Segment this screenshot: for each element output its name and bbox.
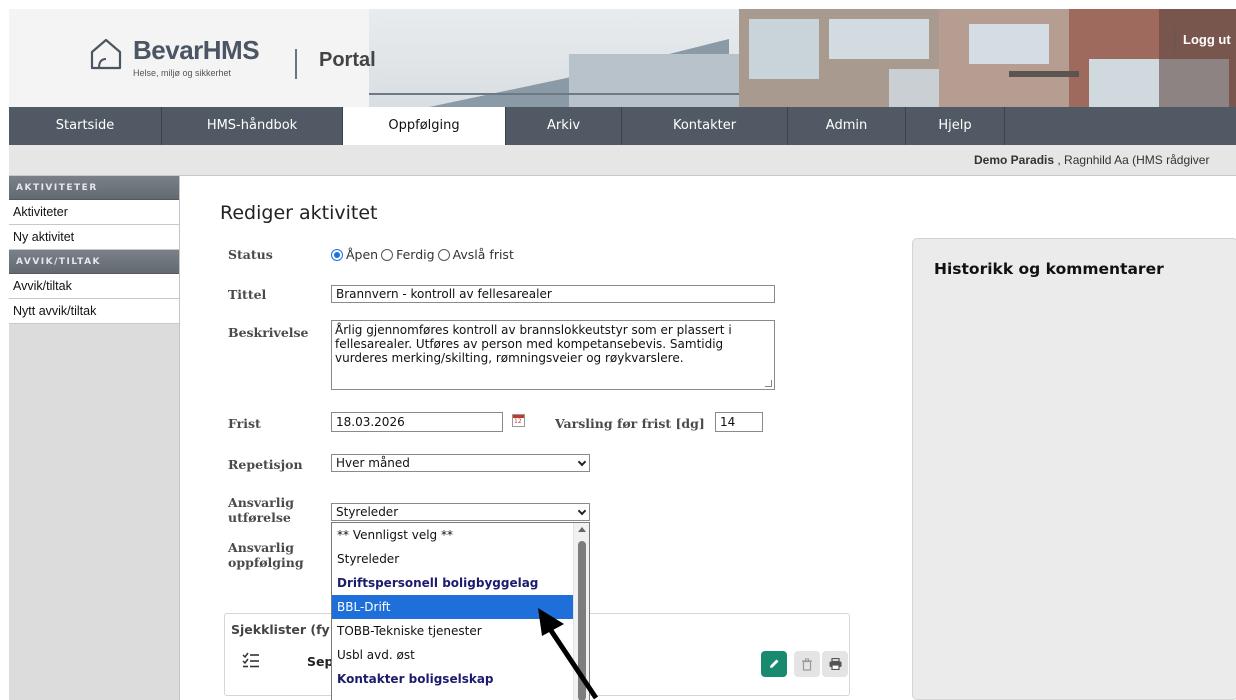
tab-startside[interactable]: Startside (9, 107, 162, 145)
status-radio-group: Åpen Ferdig Avslå frist (331, 247, 517, 262)
sidebar-item-ny-aktivitet[interactable]: Ny aktivitet (9, 225, 179, 250)
user-bar: Demo Paradis , Ragnhild Aa (HMS rådgiver (9, 145, 1236, 176)
header-building-photo (369, 9, 1236, 107)
header-banner: BevarHMS Helse, miljø og sikkerhet Porta… (9, 9, 1236, 107)
beskrivelse-text: Årlig gjennomføres kontroll av brannslok… (335, 323, 732, 365)
print-button[interactable] (822, 651, 848, 677)
tab-arkiv[interactable]: Arkiv (506, 107, 622, 145)
beskrivelse-textarea[interactable]: Årlig gjennomføres kontroll av brannslok… (331, 320, 775, 390)
sidebar-heading-avvik-tiltak: AVVIK/TILTAK (9, 250, 179, 274)
printer-icon (829, 658, 841, 670)
main-nav: Startside HMS-håndbok Oppfølging Arkiv K… (9, 107, 1236, 145)
status-option-ferdig[interactable]: Ferdig (381, 247, 435, 262)
beskrivelse-label: Beskrivelse (228, 325, 309, 340)
varsling-label: Varsling før frist [dg] (555, 416, 705, 431)
radio-selected-icon[interactable] (331, 248, 343, 261)
ansvarlig-utforelse-select[interactable]: Styreleder (331, 503, 590, 521)
pencil-icon (770, 659, 779, 668)
history-title: Historikk og kommentarer (934, 260, 1164, 278)
sidebar: AKTIVITETER Aktiviteter Ny aktivitet AVV… (9, 176, 180, 700)
tab-hms-handbok[interactable]: HMS-håndbok (162, 107, 343, 145)
edit-button[interactable] (761, 651, 787, 677)
portal-label: Portal (319, 49, 376, 71)
ansvarlig-utforelse-label: Ansvarlig utførelse (228, 495, 295, 525)
chevron-down-icon (577, 457, 587, 467)
calendar-icon[interactable]: 12 (512, 414, 525, 427)
house-logo-icon (90, 38, 122, 70)
repetisjon-value: Hver måned (336, 456, 410, 470)
varsling-input[interactable]: 14 (715, 412, 763, 432)
radio-icon[interactable] (437, 248, 450, 261)
frist-label: Frist (228, 416, 261, 431)
delete-button[interactable] (794, 651, 820, 677)
tittel-input[interactable]: Brannvern - kontroll av fellesarealer (331, 285, 775, 303)
checklist-item-name[interactable]: Sep (307, 654, 333, 669)
history-panel: Historikk og kommentarer (912, 238, 1236, 700)
brand-tagline: Helse, miljø og sikkerhet (133, 68, 232, 78)
repetisjon-label: Repetisjon (228, 457, 303, 472)
page-title: Rediger aktivitet (220, 202, 378, 224)
frist-date-input[interactable]: 18.03.2026 (331, 412, 503, 432)
sidebar-item-aktiviteter[interactable]: Aktiviteter (9, 200, 179, 225)
company-name: Demo Paradis (974, 153, 1055, 167)
checklist-icon (242, 652, 259, 668)
user-info: Demo Paradis , Ragnhild Aa (HMS rådgiver (974, 145, 1210, 175)
ansvarlig-utforelse-value: Styreleder (336, 505, 399, 519)
status-label: Status (228, 247, 273, 262)
tab-admin[interactable]: Admin (788, 107, 906, 145)
status-option-apen[interactable]: Åpen (331, 247, 378, 262)
status-option-avsla-frist[interactable]: Avslå frist (437, 247, 514, 262)
sidebar-heading-aktiviteter: AKTIVITETER (9, 176, 179, 200)
header-divider (295, 49, 297, 79)
repetisjon-select[interactable]: Hver måned (331, 454, 590, 472)
annotation-arrow-icon (538, 608, 599, 700)
brand-name: BevarHMS (133, 35, 260, 65)
tab-oppfolging[interactable]: Oppfølging (343, 107, 506, 145)
tittel-label: Tittel (228, 287, 267, 302)
radio-icon[interactable] (381, 248, 394, 261)
tab-kontakter[interactable]: Kontakter (622, 107, 788, 145)
dropdown-option[interactable]: Styreleder (332, 547, 589, 571)
ansvarlig-oppfolging-label: Ansvarlig oppfølging (228, 540, 304, 570)
chevron-down-icon (577, 506, 587, 516)
sidebar-item-avvik-tiltak[interactable]: Avvik/tiltak (9, 274, 179, 299)
scroll-up-arrow-icon[interactable] (578, 527, 586, 532)
checklist-title: Sjekklister (fy (231, 622, 330, 637)
sidebar-item-nytt-avvik-tiltak[interactable]: Nytt avvik/tiltak (9, 299, 179, 324)
trash-icon (802, 658, 812, 671)
logout-link[interactable]: Logg ut (1174, 28, 1236, 52)
tab-hjelp[interactable]: Hjelp (906, 107, 1005, 145)
resize-grip-icon[interactable] (765, 380, 772, 387)
user-name: , Ragnhild Aa (HMS rådgiver (1054, 153, 1210, 167)
dropdown-option[interactable]: ** Vennligst velg ** (332, 523, 589, 547)
